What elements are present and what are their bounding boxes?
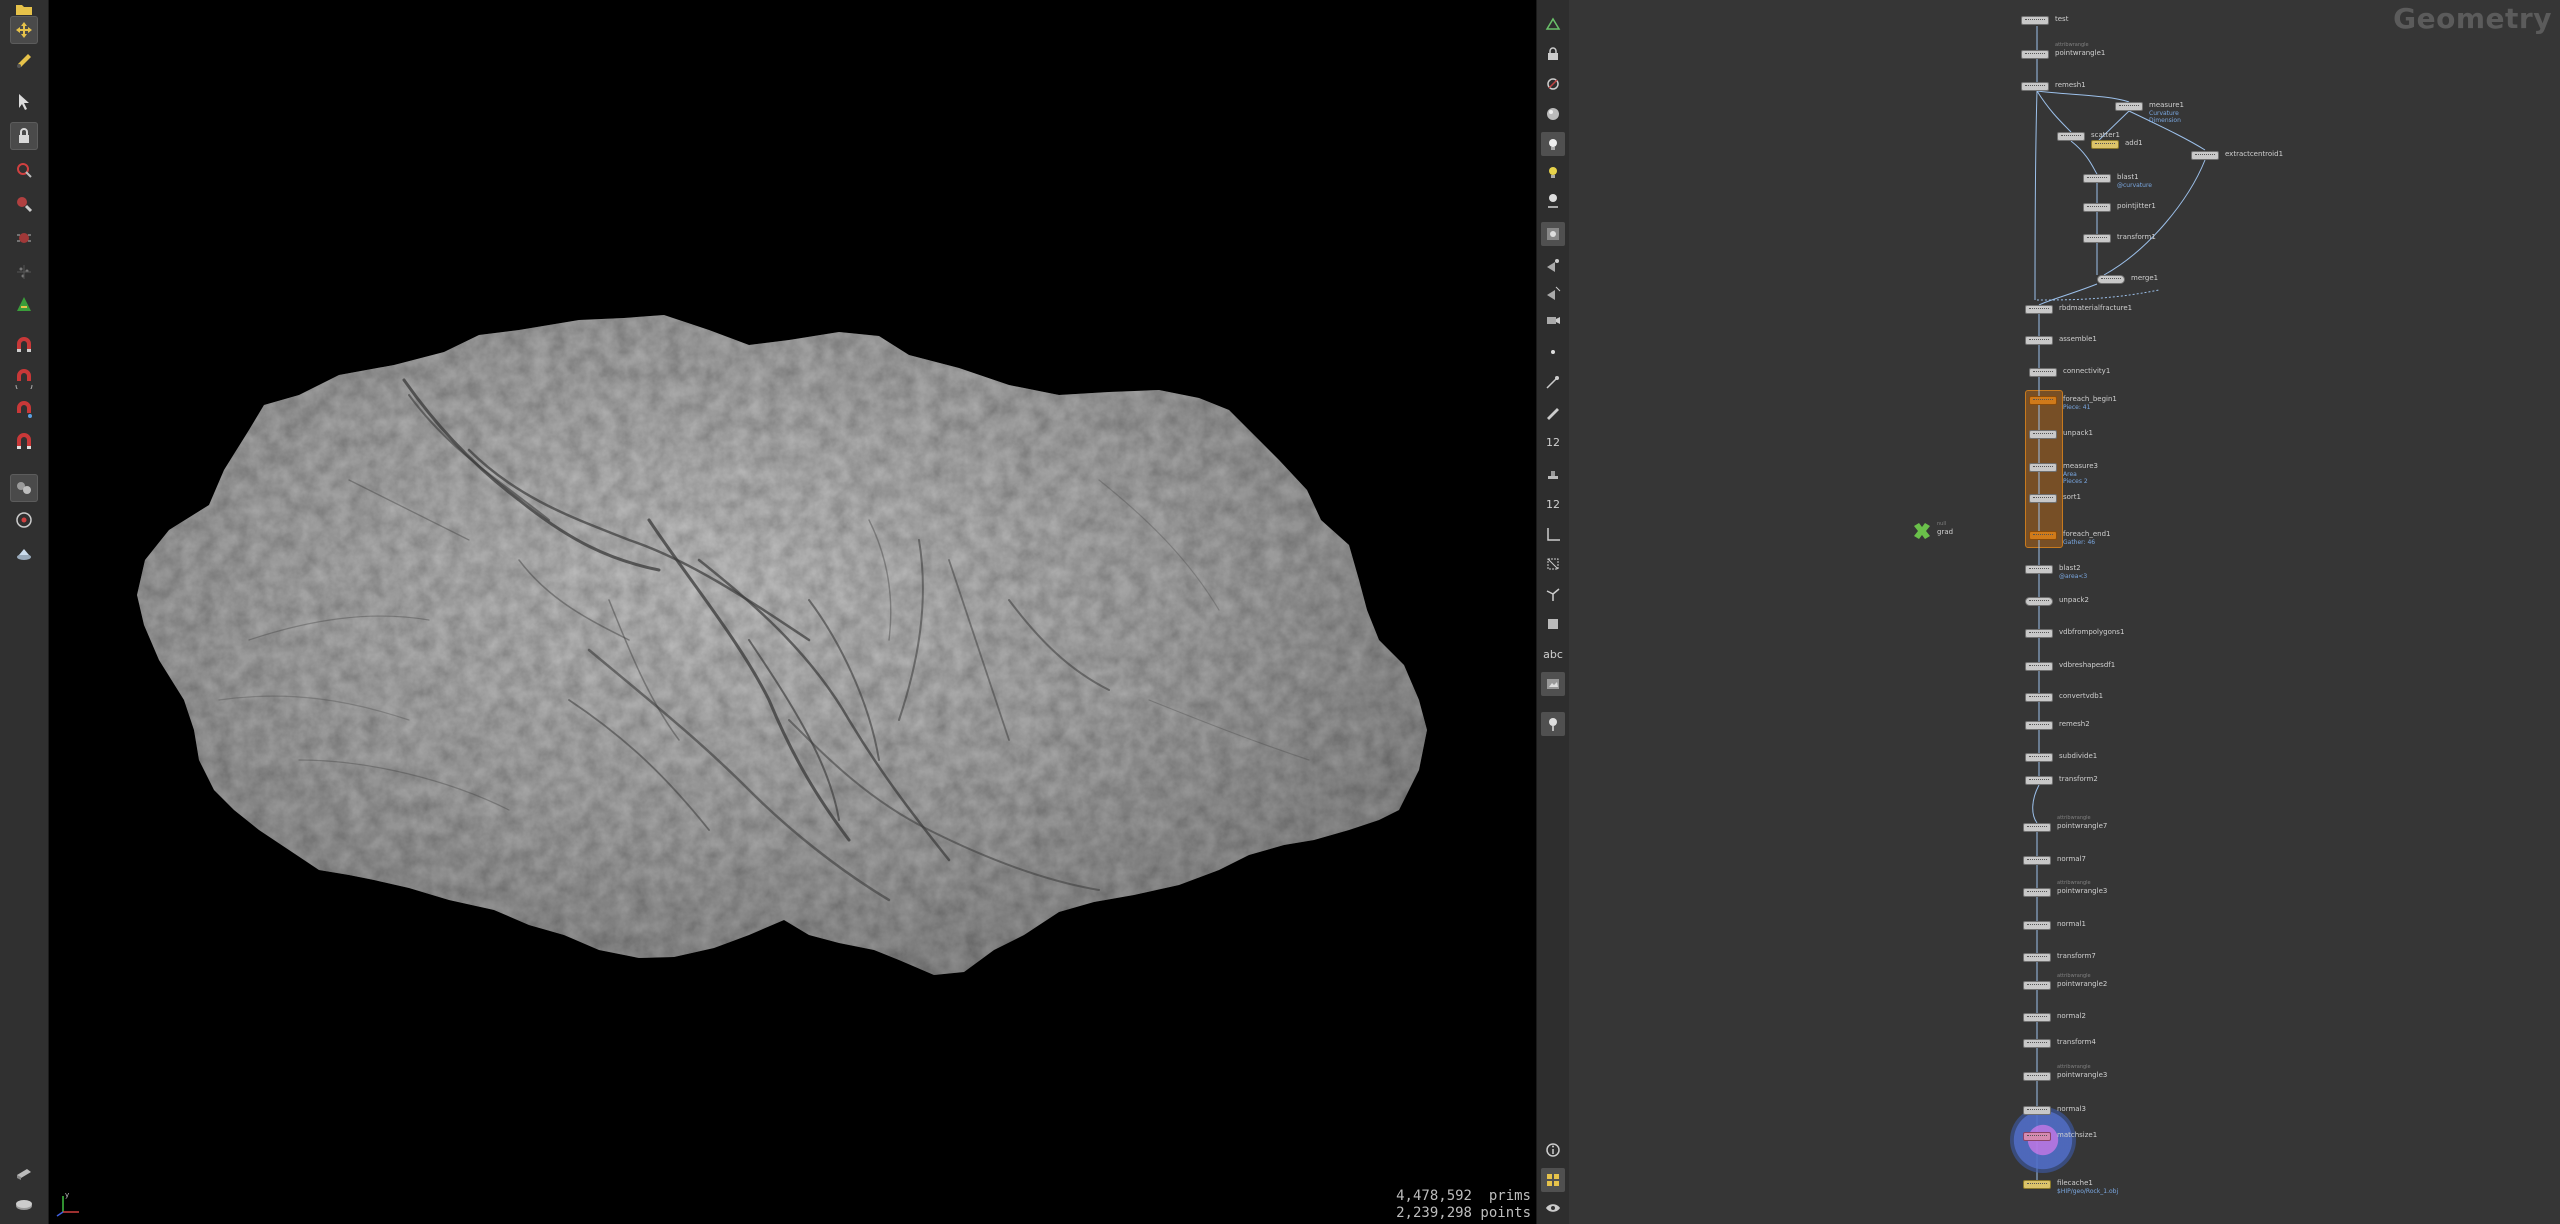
null-node-icon [1914,523,1930,539]
move-transform-icon[interactable] [10,16,38,44]
pin-display-icon[interactable] [1541,12,1565,36]
info-icon[interactable] [1541,1138,1565,1162]
prims-count: 4,478,592 [1396,1188,1472,1204]
shading-sphere-icon[interactable] [1541,102,1565,126]
text-icon[interactable]: abc [1541,642,1565,666]
background-image-icon[interactable] [1541,222,1565,246]
magnet-icon[interactable] [10,428,38,456]
layers-icon[interactable] [10,540,38,568]
magnet-select-icon[interactable] [10,156,38,184]
bug-icon[interactable] [10,224,38,252]
display-options-icon[interactable] [1541,672,1565,696]
select-arrow-icon[interactable] [10,88,38,116]
null-node[interactable]: null grad [1911,520,1953,542]
render-icon[interactable] [10,1158,38,1186]
light-icon[interactable] [1541,132,1565,156]
paint-icon[interactable] [10,46,38,74]
ruler-icon[interactable] [1541,522,1565,546]
camera-orbit-icon[interactable] [10,506,38,534]
frame-icon[interactable] [1541,612,1565,636]
magnet-rotate-icon[interactable] [10,364,38,392]
number-icon-2[interactable]: 12 [1541,492,1565,516]
camera-view-icon[interactable] [1541,252,1565,276]
points-label: points [1480,1205,1531,1221]
magnet-snap-icon[interactable] [10,396,38,424]
disk-icon[interactable] [10,1190,38,1218]
viewport-toolbar: 12 12 abc [1536,0,1570,1224]
prims-label: prims [1488,1188,1531,1204]
magnet-lock-icon[interactable] [10,332,38,360]
axis-gizmo-icon: y [56,1191,79,1217]
points-count: 2,239,298 [1396,1205,1472,1221]
lock-camera-icon[interactable] [1541,42,1565,66]
headlight-icon[interactable] [1541,188,1565,212]
number-icon[interactable]: 12 [1541,430,1565,454]
camera-icon[interactable] [1541,308,1565,332]
bounding-box-icon[interactable] [1541,552,1565,576]
lock-icon[interactable] [10,122,38,150]
rock-geometry [137,315,1427,975]
camera-link-icon[interactable] [1541,280,1565,304]
pose-icon[interactable] [10,290,38,318]
brush-icon[interactable] [1541,370,1565,394]
point-icon[interactable] [1541,340,1565,364]
geometry-stats: 4,478,592 prims 2,239,298 points [1396,1188,1531,1222]
svg-text:y: y [65,1191,69,1199]
magnifier-icon[interactable] [10,190,38,218]
grid-icon[interactable] [1541,1168,1565,1192]
tool-shelf [0,0,49,1224]
light-bulb-icon[interactable] [1541,160,1565,184]
stamp-icon[interactable] [1541,462,1565,486]
network-editor[interactable]: Geometry null grad test attribwrangle po… [1569,0,2560,1224]
pin-icon[interactable] [1541,712,1565,736]
no-select-icon[interactable] [1541,72,1565,96]
gizmo-icon[interactable] [1541,582,1565,606]
particles-icon[interactable] [10,258,38,286]
eye-icon[interactable] [1541,1196,1565,1220]
group-icon[interactable] [10,474,38,502]
pen-icon[interactable] [1541,400,1565,424]
scene-viewport[interactable]: y 4,478,592 prims 2,239,298 points [49,0,1535,1224]
